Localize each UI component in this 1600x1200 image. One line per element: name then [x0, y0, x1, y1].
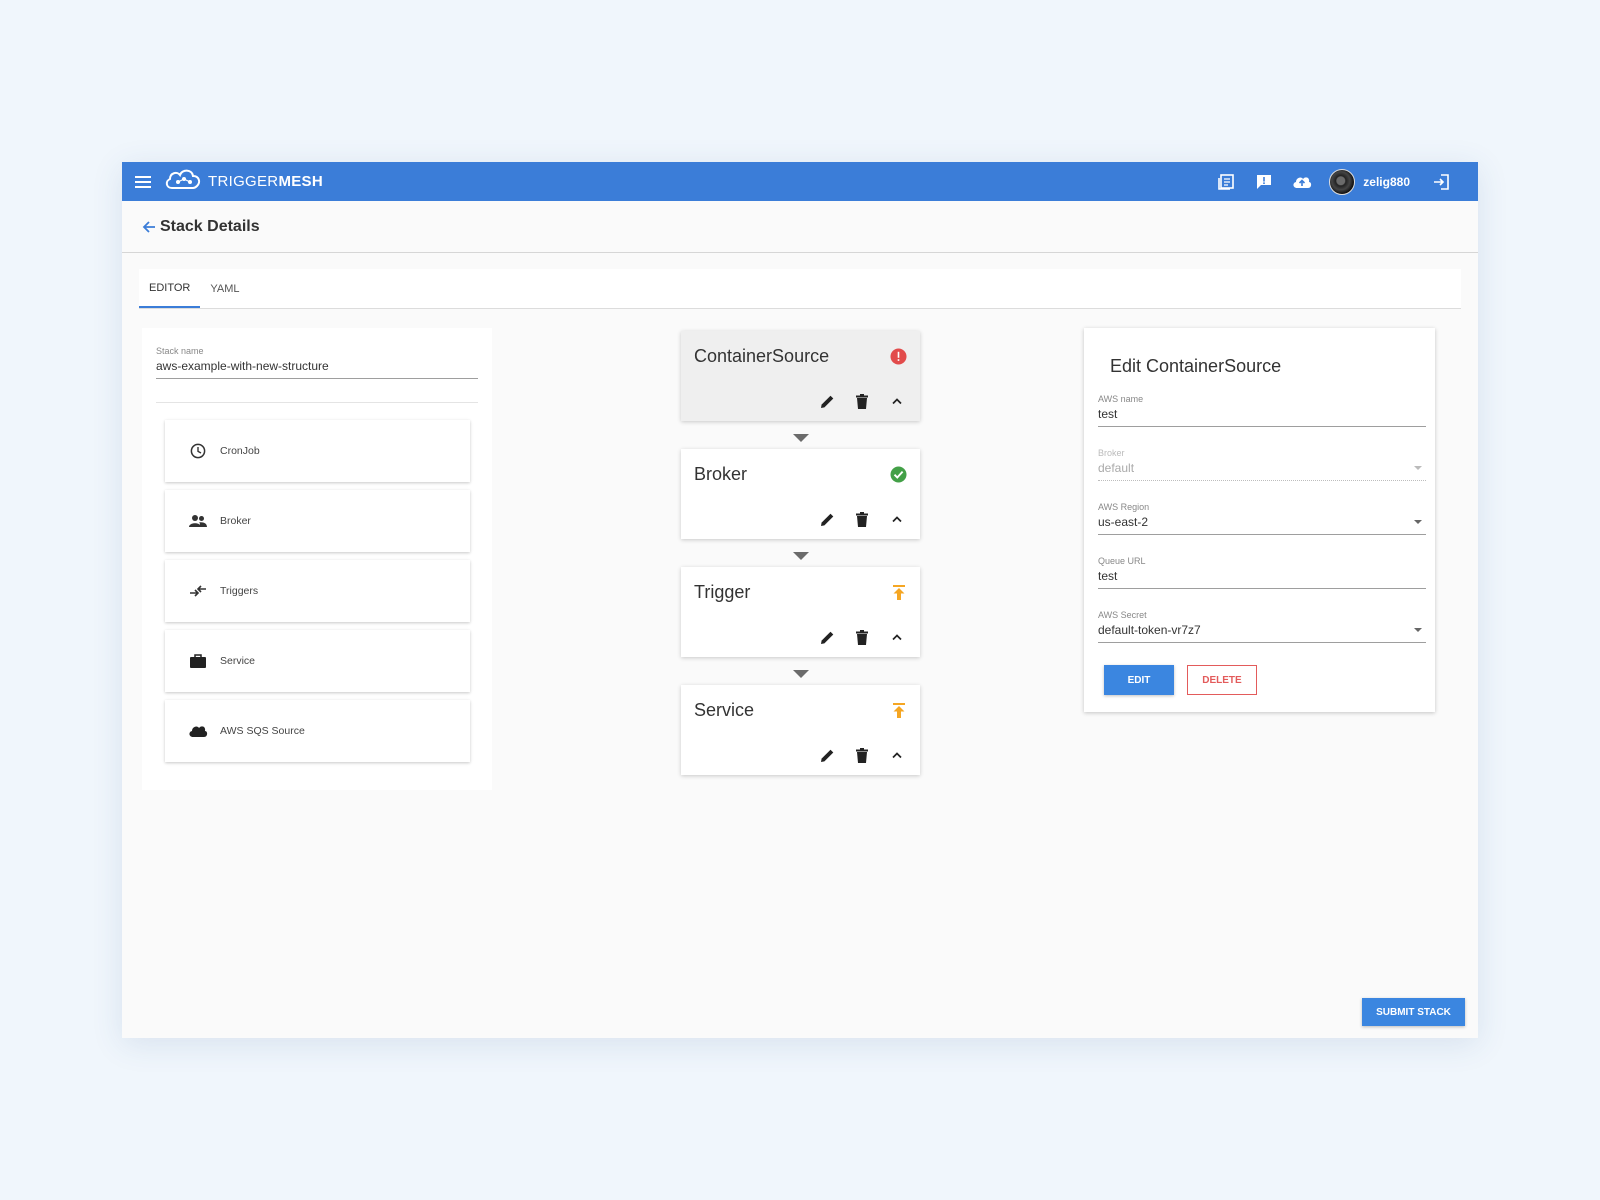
broker-select: Broker default [1098, 448, 1426, 481]
logo-cloud-icon [164, 167, 202, 196]
edit-panel-title: Edit ContainerSource [1110, 356, 1282, 376]
aws-secret-select[interactable]: AWS Secret default-token-vr7z7 [1098, 610, 1426, 643]
card-title: ContainerSource [694, 346, 830, 366]
component-service[interactable]: Service [165, 630, 470, 692]
people-icon [187, 514, 209, 528]
appbar-actions: zelig880 [1207, 162, 1478, 201]
edit-button[interactable]: EDIT [1104, 665, 1174, 695]
brand-bold: MESH [278, 173, 323, 190]
feedback-icon[interactable] [1245, 162, 1283, 201]
chevron-down-icon[interactable] [1414, 520, 1422, 524]
tab-yaml[interactable]: YAML [200, 269, 249, 308]
app-window: TRIGGERMESH zelig880 Stack Details EDITO… [122, 162, 1478, 1038]
stack-name-label: Stack name [156, 346, 204, 356]
pending-status-icon [890, 584, 907, 601]
component-label: CronJob [220, 445, 260, 457]
field-label: AWS name [1098, 394, 1144, 404]
logo[interactable]: TRIGGERMESH [164, 167, 323, 196]
aws-secret-select-value[interactable]: default-token-vr7z7 [1098, 623, 1426, 637]
flow-arrow-icon [793, 552, 809, 560]
tab-editor[interactable]: EDITOR [139, 269, 201, 308]
pending-status-icon [890, 702, 907, 719]
card-actions [816, 390, 908, 412]
brand-light: TRIGGER [208, 173, 279, 190]
component-aws-sqs-source[interactable]: AWS SQS Source [165, 700, 470, 762]
divider [156, 402, 478, 403]
cloud-icon [187, 724, 209, 738]
check-status-icon [890, 466, 907, 483]
field-label: Queue URL [1098, 556, 1146, 566]
trash-icon[interactable] [851, 508, 873, 530]
queue-url-field[interactable]: Queue URL test [1098, 556, 1426, 589]
stack-name-field[interactable]: Stack name aws-example-with-new-structur… [156, 346, 478, 379]
select-value-text: default-token-vr7z7 [1098, 623, 1201, 637]
edit-pencil-icon[interactable] [816, 626, 838, 648]
aws-name-field[interactable]: AWS name test [1098, 394, 1426, 427]
page-title: Stack Details [160, 217, 260, 235]
component-broker[interactable]: Broker [165, 490, 470, 552]
page-header: Stack Details [122, 201, 1478, 253]
trash-icon[interactable] [851, 390, 873, 412]
app-bar: TRIGGERMESH zelig880 [122, 162, 1478, 201]
chevron-down-icon [1414, 466, 1422, 470]
submit-stack-button[interactable]: SUBMIT STACK [1362, 998, 1465, 1026]
component-label: Broker [220, 515, 251, 527]
flow-arrow-icon [793, 434, 809, 442]
card-title: Service [694, 700, 755, 720]
briefcase-icon [187, 654, 209, 668]
card-actions [816, 744, 908, 766]
chevron-up-icon[interactable] [886, 390, 908, 412]
error-status-icon [890, 348, 907, 365]
field-label: AWS Secret [1098, 610, 1147, 620]
flow-arrow-icon [793, 670, 809, 678]
docs-icon[interactable] [1207, 162, 1245, 201]
avatar[interactable] [1329, 168, 1356, 195]
stack-name-input[interactable]: aws-example-with-new-structure [156, 359, 478, 373]
logout-icon[interactable] [1422, 162, 1460, 201]
delete-button[interactable]: DELETE [1187, 665, 1257, 695]
broker-select-value: default [1098, 461, 1426, 475]
back-arrow-icon[interactable] [142, 220, 156, 234]
field-label: AWS Region [1098, 502, 1150, 512]
clock-icon [187, 443, 209, 459]
chevron-up-icon[interactable] [886, 508, 908, 530]
chevron-down-icon[interactable] [1414, 628, 1422, 632]
menu-icon[interactable] [122, 162, 164, 201]
username[interactable]: zelig880 [1363, 175, 1410, 189]
component-palette: Stack name aws-example-with-new-structur… [142, 328, 492, 790]
component-cronjob[interactable]: CronJob [165, 420, 470, 482]
aws-name-input[interactable]: test [1098, 407, 1426, 421]
component-label: Service [220, 655, 256, 667]
edit-pencil-icon[interactable] [816, 744, 838, 766]
queue-url-input[interactable]: test [1098, 569, 1426, 583]
trash-icon[interactable] [851, 744, 873, 766]
aws-region-select[interactable]: AWS Region us-east-2 [1098, 502, 1426, 535]
card-title: Trigger [694, 582, 751, 602]
card-title: Broker [694, 464, 748, 484]
flow-card-broker[interactable]: Broker [681, 449, 920, 539]
flow-card-service[interactable]: Service [681, 685, 920, 775]
select-value-text: default [1098, 461, 1135, 475]
edit-pencil-icon[interactable] [816, 508, 838, 530]
brand-name: TRIGGERMESH [208, 173, 323, 190]
chevron-up-icon[interactable] [886, 626, 908, 648]
flow-card-trigger[interactable]: Trigger [681, 567, 920, 657]
card-actions [816, 508, 908, 530]
edit-pencil-icon[interactable] [816, 390, 838, 412]
flow-card-containersource[interactable]: ContainerSource [681, 331, 920, 421]
swap-icon [187, 584, 209, 598]
tab-bar: EDITOR YAML [139, 269, 1461, 309]
field-label: Broker [1098, 448, 1125, 458]
card-actions [816, 626, 908, 648]
cloud-upload-icon[interactable] [1283, 162, 1321, 201]
aws-region-select-value[interactable]: us-east-2 [1098, 515, 1426, 529]
chevron-up-icon[interactable] [886, 744, 908, 766]
component-triggers[interactable]: Triggers [165, 560, 470, 622]
trash-icon[interactable] [851, 626, 873, 648]
component-label: AWS SQS Source [220, 725, 305, 737]
edit-panel: Edit ContainerSource AWS name test Broke… [1084, 328, 1435, 712]
select-value-text: us-east-2 [1098, 515, 1149, 529]
component-label: Triggers [220, 585, 259, 597]
